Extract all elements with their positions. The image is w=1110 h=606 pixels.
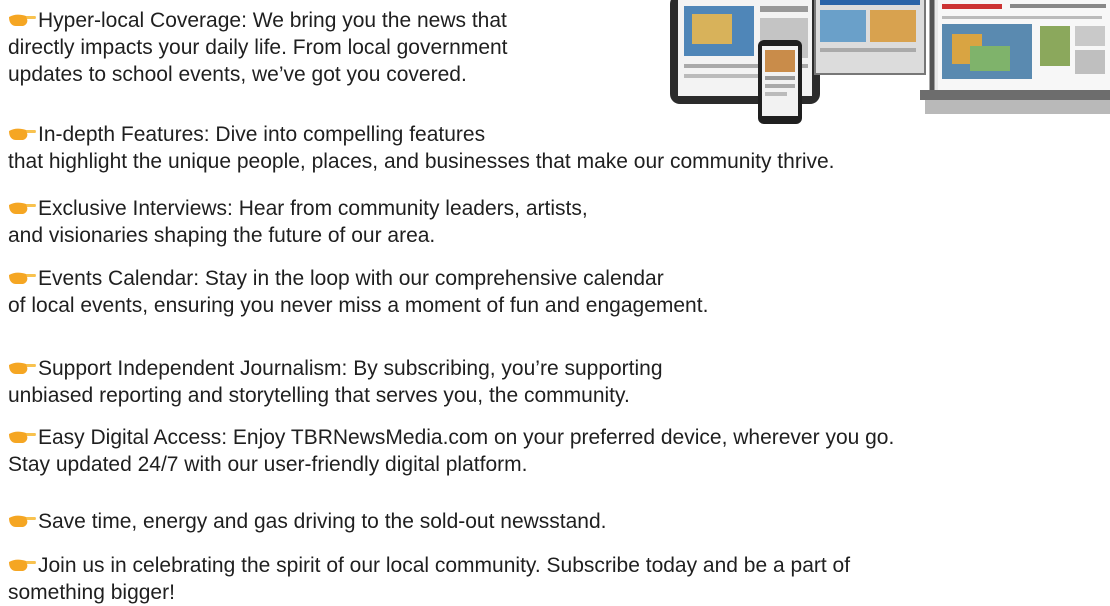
benefit-line: updates to school events, we’ve got you … [8,63,467,86]
benefit-line: of local events, ensuring you never miss… [8,294,709,317]
devices-promo-image [670,0,1110,124]
benefit-item-exclusive-interviews: Exclusive Interviews: Hear from communit… [8,195,588,249]
benefit-line: Exclusive Interviews: Hear from communit… [38,197,588,220]
pointing-hand-icon [9,515,36,527]
pointing-hand-icon [9,272,36,284]
benefit-item-hyper-local: Hyper-local Coverage: We bring you the n… [8,7,508,88]
pointing-hand-icon [9,362,36,374]
benefits-section: Hyper-local Coverage: We bring you the n… [8,0,1110,606]
benefit-item-support-journalism: Support Independent Journalism: By subsc… [8,355,663,409]
benefit-line: Support Independent Journalism: By subsc… [38,357,663,380]
benefit-line: directly impacts your daily life. From l… [8,36,508,59]
benefit-line: Hyper-local Coverage: We bring you the n… [38,9,507,32]
pointing-hand-icon [9,202,36,214]
benefit-line: unbiased reporting and storytelling that… [8,384,630,407]
pointing-hand-icon [9,559,36,571]
benefit-item-in-depth: In-depth Features: Dive into compelling … [8,121,835,175]
benefit-line: In-depth Features: Dive into compelling … [38,123,486,146]
benefit-item-digital-access: Easy Digital Access: Enjoy TBRNewsMedia.… [8,424,894,478]
benefit-line: and visionaries shaping the future of ou… [8,224,436,247]
pointing-hand-icon [9,431,36,443]
benefit-line: Save time, energy and gas driving to the… [38,510,607,533]
benefit-item-join-us: Join us in celebrating the spirit of our… [8,552,850,606]
pointing-hand-icon [9,128,36,140]
benefit-item-save-time: Save time, energy and gas driving to the… [8,508,607,535]
pointing-hand-icon [9,14,36,26]
benefit-line: that highlight the unique people, places… [8,150,835,173]
benefit-item-events-calendar: Events Calendar: Stay in the loop with o… [8,265,708,319]
benefit-line: Join us in celebrating the spirit of our… [38,554,851,577]
benefit-line: Easy Digital Access: Enjoy TBRNewsMedia.… [38,426,895,449]
benefit-line: something bigger! [8,581,175,604]
benefit-line: Stay updated 24/7 with our user-friendly… [8,453,528,476]
benefit-line: Events Calendar: Stay in the loop with o… [38,267,664,290]
